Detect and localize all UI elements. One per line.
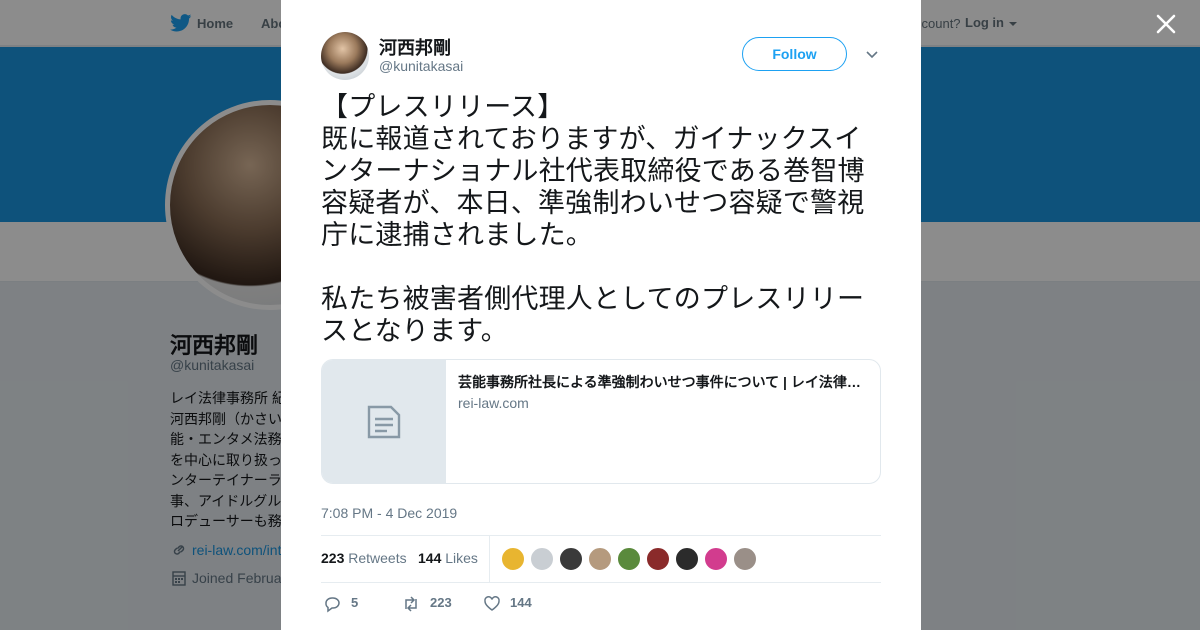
link-preview-card[interactable]: 芸能事務所社長による準強制わいせつ事件について | レイ法律事務所 rei-la… xyxy=(321,359,881,484)
retweets-label: Retweets xyxy=(348,550,407,566)
author-avatar[interactable] xyxy=(321,32,369,80)
likes-stat[interactable]: 144 Likes xyxy=(418,550,478,566)
chevron-down-icon[interactable] xyxy=(865,47,879,61)
document-icon xyxy=(367,405,401,439)
stats-separator xyxy=(489,536,490,582)
liker-avatar[interactable] xyxy=(733,547,757,571)
liker-avatar[interactable] xyxy=(530,547,554,571)
follow-button[interactable]: Follow xyxy=(742,37,847,71)
liker-avatar[interactable] xyxy=(704,547,728,571)
card-title[interactable]: 芸能事務所社長による準強制わいせつ事件について | レイ法律事務所 xyxy=(458,372,868,392)
liker-avatar[interactable] xyxy=(675,547,699,571)
liker-avatar[interactable] xyxy=(617,547,641,571)
reply-count[interactable]: 5 xyxy=(351,595,358,615)
retweet-count[interactable]: 223 xyxy=(430,595,452,615)
close-icon[interactable] xyxy=(1154,12,1178,36)
reply-icon[interactable] xyxy=(323,595,341,613)
tweet-timestamp[interactable]: 7:08 PM - 4 Dec 2019 xyxy=(321,505,457,521)
author-handle[interactable]: @kunitakasai xyxy=(379,58,463,74)
likes-count: 144 xyxy=(418,550,442,566)
likes-label: Likes xyxy=(445,550,478,566)
card-domain: rei-law.com xyxy=(458,395,529,411)
author-name[interactable]: 河西邦剛 xyxy=(379,34,451,60)
tweet-permalink-modal: 河西邦剛 @kunitakasai Follow 【プレスリリース】 既に報道さ… xyxy=(281,0,921,630)
card-thumbnail xyxy=(322,360,446,483)
tweet-text: 【プレスリリース】 既に報道されておりますが、ガイナックスインターナショナル社代… xyxy=(321,92,865,347)
liker-avatar[interactable] xyxy=(559,547,583,571)
heart-icon[interactable] xyxy=(483,595,501,613)
retweets-stat[interactable]: 223 Retweets xyxy=(321,550,407,566)
divider xyxy=(321,582,881,583)
retweet-icon[interactable] xyxy=(402,595,420,613)
liker-avatar[interactable] xyxy=(646,547,670,571)
liker-avatar[interactable] xyxy=(501,547,525,571)
like-count[interactable]: 144 xyxy=(510,595,532,615)
divider xyxy=(321,535,881,536)
retweets-count: 223 xyxy=(321,550,345,566)
liker-avatar[interactable] xyxy=(588,547,612,571)
